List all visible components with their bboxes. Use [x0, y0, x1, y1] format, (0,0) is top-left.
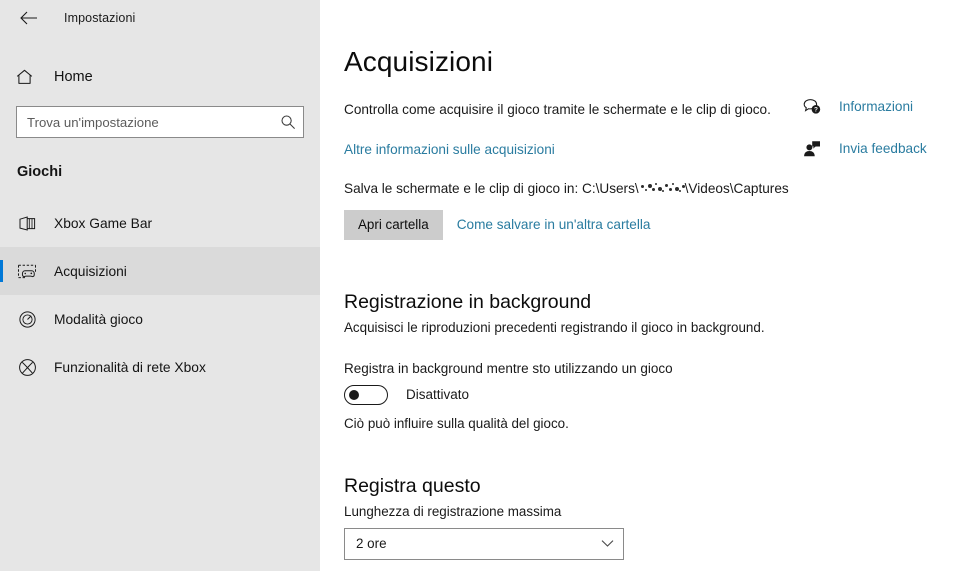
sidebar-item-modalita-gioco-label: Modalità gioco [54, 311, 143, 327]
redacted-username [639, 182, 685, 195]
chevron-down-icon [591, 539, 623, 548]
background-toggle-state: Disattivato [406, 387, 470, 403]
sidebar-item-xbox-game-bar[interactable]: Xbox Game Bar [0, 199, 320, 247]
search-box[interactable] [16, 106, 304, 138]
rail-item-invia-feedback-label: Invia feedback [839, 140, 927, 156]
svg-text:?: ? [813, 106, 817, 113]
open-folder-button[interactable]: Apri cartella [344, 209, 443, 240]
main-content: Acquisizioni Controlla come acquisire il… [320, 0, 977, 571]
background-recording-toggle[interactable] [344, 384, 388, 405]
background-recording-heading: Registrazione in background [344, 290, 592, 313]
feedback-person-icon [802, 138, 822, 158]
xbox-icon [16, 356, 38, 378]
other-folder-link[interactable]: Come salvare in un'altra cartella [457, 217, 651, 232]
background-quality-note: Ciò può influire sulla qualità del gioco… [344, 415, 569, 431]
max-recording-length-value: 2 ore [356, 536, 387, 552]
rail-item-informazioni-label: Informazioni [839, 98, 914, 114]
selection-indicator [0, 260, 3, 282]
search-icon[interactable] [273, 107, 303, 137]
max-recording-length-dropdown[interactable]: 2 ore [344, 527, 624, 560]
sidebar-item-xbox-game-bar-label: Xbox Game Bar [54, 215, 153, 231]
sidebar: Impostazioni Home Giochi [0, 0, 320, 571]
sidebar-nav: Xbox Game Bar Acquisizioni Modalità gioc… [0, 199, 320, 391]
sidebar-item-funzionalita-rete-xbox-label: Funzionalità di rete Xbox [54, 359, 206, 375]
search-input[interactable] [17, 107, 273, 137]
background-recording-subtitle: Acquisisci le riproduzioni precedenti re… [344, 319, 765, 335]
max-recording-length-label: Lunghezza di registrazione massima [344, 503, 562, 519]
rail-item-informazioni[interactable]: ? Informazioni [802, 92, 942, 120]
folder-actions: Apri cartella Come salvare in un'altra c… [344, 209, 977, 240]
settings-window: Impostazioni Home Giochi [0, 0, 977, 571]
back-arrow-icon [19, 11, 37, 25]
sidebar-group-title: Giochi [17, 164, 63, 180]
app-title: Impostazioni [64, 11, 136, 25]
captures-icon [16, 260, 38, 282]
sidebar-item-acquisizioni[interactable]: Acquisizioni [0, 247, 320, 295]
sidebar-item-funzionalita-rete-xbox[interactable]: Funzionalità di rete Xbox [0, 343, 320, 391]
toggle-knob [349, 389, 359, 400]
rail-item-invia-feedback[interactable]: Invia feedback [802, 134, 942, 162]
sidebar-item-home-label: Home [54, 69, 93, 85]
save-path-text: Salva le schermate e le clip di gioco in… [344, 181, 977, 196]
more-info-link[interactable]: Altre informazioni sulle acquisizioni [344, 142, 555, 157]
game-bar-icon [16, 212, 38, 234]
save-path-suffix: \Videos\Captures [684, 180, 789, 196]
sidebar-item-home[interactable]: Home [0, 60, 320, 94]
sidebar-item-acquisizioni-label: Acquisizioni [54, 263, 127, 279]
related-links-rail: ? Informazioni Invia feedback [802, 92, 942, 176]
game-mode-gauge-icon [16, 308, 38, 330]
background-toggle-row: Disattivato [344, 384, 977, 405]
background-toggle-label: Registra in background mentre sto utiliz… [344, 360, 673, 376]
save-path-prefix: Salva le schermate e le clip di gioco in… [344, 180, 639, 196]
home-icon [16, 69, 38, 85]
title-bar: Impostazioni [0, 0, 320, 36]
sidebar-item-modalita-gioco[interactable]: Modalità gioco [0, 295, 320, 343]
back-button[interactable] [14, 4, 42, 32]
record-this-heading: Registra questo [344, 474, 481, 497]
page-title: Acquisizioni [344, 46, 494, 77]
help-bubble-icon: ? [802, 96, 822, 116]
